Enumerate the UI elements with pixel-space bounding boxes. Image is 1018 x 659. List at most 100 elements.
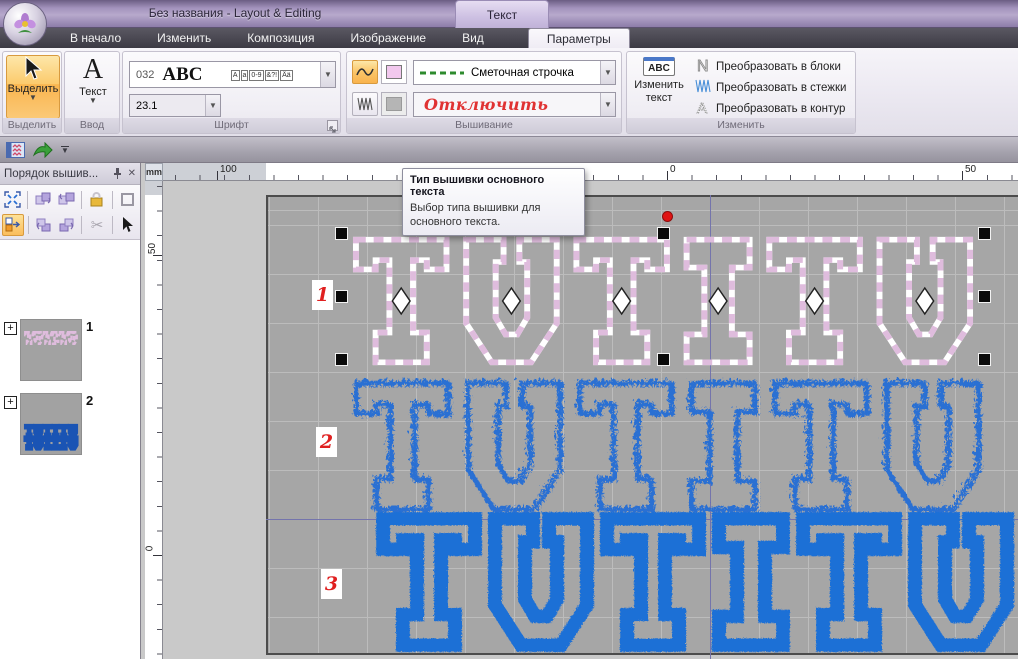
- close-icon[interactable]: ✕: [128, 168, 136, 179]
- tooltip-body: Выбор типа вышивки для основного текста.: [410, 202, 577, 230]
- region-color-swatch[interactable]: [381, 92, 407, 116]
- group-font: 032 ABC Aa0-9&?!Ää ▼ 23.1 ▼ Шрифт: [122, 51, 341, 134]
- expand-plus-icon[interactable]: +: [4, 396, 17, 409]
- chevron-down-icon: ▼: [89, 98, 97, 104]
- group-embroidery-label: Вышивание: [347, 118, 621, 133]
- group-objects-icon[interactable]: [32, 189, 53, 211]
- node-diamond-markers[interactable]: [392, 288, 933, 314]
- start-point-marker[interactable]: [662, 211, 673, 222]
- flower-icon: [12, 11, 38, 37]
- edit-text-label: Изменить текст: [631, 79, 687, 104]
- region-stitch-type-combo[interactable]: Отключить ▼: [413, 92, 616, 117]
- convert-to-outline-label: Преобразовать в контур: [716, 103, 845, 115]
- frame-icon[interactable]: [117, 189, 138, 211]
- font-select-combo[interactable]: 032 ABC Aa0-9&?!Ää ▼: [129, 61, 336, 88]
- application-menu-button[interactable]: [3, 2, 47, 46]
- letter-n-outline-icon: N: [693, 57, 713, 76]
- line-color-chip: [386, 65, 402, 79]
- fit-selection-icon[interactable]: [2, 189, 23, 211]
- font-size-combo[interactable]: 23.1 ▼: [129, 94, 221, 117]
- region-sew-toggle[interactable]: [352, 92, 378, 116]
- letter-a-outline-icon: A: [693, 99, 713, 118]
- chevron-down-icon[interactable]: ▼: [600, 61, 615, 84]
- ruler-unit-label: mm: [145, 163, 163, 181]
- toolbar-options-chevron-icon[interactable]: ▼: [61, 146, 69, 155]
- abc-icon: ABC: [643, 57, 675, 76]
- vertical-ruler: 50 0: [145, 181, 163, 659]
- stitches-icon: [693, 79, 713, 97]
- selection-handle-mid-left[interactable]: [335, 290, 348, 303]
- move-later-icon[interactable]: [56, 214, 77, 236]
- panel-header: Порядок вышив... ✕: [0, 163, 140, 185]
- application-window: Без названия - Layout & Editing Текст В …: [0, 0, 1018, 659]
- convert-to-stitches-label: Преобразовать в стежки: [716, 82, 846, 94]
- tab-view[interactable]: Вид: [444, 28, 502, 48]
- group-select: Выделить ▼ Выделить: [2, 51, 62, 134]
- ungroup-objects-icon[interactable]: [56, 189, 77, 211]
- object-number-label: 2: [316, 427, 337, 457]
- text-object-satin[interactable]: [378, 514, 1010, 648]
- ruler-label: 0: [145, 546, 155, 552]
- selection-handle-bottom-left[interactable]: [335, 353, 348, 366]
- lock-icon[interactable]: [86, 189, 107, 211]
- chevron-down-icon[interactable]: ▼: [205, 95, 220, 116]
- ruler-label: 50: [965, 164, 976, 175]
- line-sew-toggle[interactable]: [352, 60, 378, 84]
- selection-handle-top-left[interactable]: [335, 227, 348, 240]
- dialog-launcher-icon[interactable]: [327, 120, 338, 131]
- convert-to-blocks-button[interactable]: N Преобразовать в блоки: [693, 56, 846, 77]
- contextual-tab-text[interactable]: Текст: [455, 0, 549, 28]
- line-stitch-type-value: Сметочная строчка: [471, 67, 574, 79]
- ruler-label: 0: [670, 164, 676, 175]
- selection-handle-top-center[interactable]: [657, 227, 670, 240]
- group-select-label: Выделить: [3, 118, 61, 133]
- sewing-order-mode-icon[interactable]: [2, 214, 24, 236]
- letter-a-icon: A: [83, 55, 103, 85]
- order-item-2-thumbnail[interactable]: [20, 393, 82, 455]
- tab-image[interactable]: Изображение: [333, 28, 445, 48]
- title-bar: Без названия - Layout & Editing Текст: [0, 0, 1018, 28]
- convert-to-stitches-button[interactable]: Преобразовать в стежки: [693, 77, 846, 98]
- text-tool-button[interactable]: A Текст ▼: [68, 55, 118, 119]
- chevron-down-icon[interactable]: ▼: [600, 93, 615, 116]
- group-edit-label: Изменить: [627, 118, 855, 133]
- scissors-icon[interactable]: ✂: [86, 214, 107, 236]
- pin-icon[interactable]: [113, 168, 122, 179]
- selection-handle-mid-right[interactable]: [978, 290, 991, 303]
- convert-to-outline-button[interactable]: A Преобразовать в контур: [693, 98, 846, 119]
- tab-home[interactable]: В начало: [52, 28, 139, 48]
- selection-handle-bottom-center[interactable]: [657, 353, 670, 366]
- zigzag-icon: [357, 97, 373, 112]
- edit-text-button[interactable]: ABC Изменить текст: [631, 55, 687, 119]
- selection-handle-bottom-right[interactable]: [978, 353, 991, 366]
- selection-handle-top-right[interactable]: [978, 227, 991, 240]
- chevron-down-icon: ▼: [29, 95, 37, 101]
- font-size-value: 23.1: [136, 100, 157, 112]
- group-input: A Текст ▼ Ввод: [64, 51, 120, 134]
- text-object-zigzag[interactable]: [350, 377, 980, 511]
- order-item-number: 1: [86, 319, 93, 334]
- move-earlier-icon[interactable]: [33, 214, 54, 236]
- design-page-settings-icon[interactable]: [6, 142, 25, 158]
- window-title: Без названия - Layout & Editing: [0, 6, 470, 20]
- tab-parameters[interactable]: Параметры: [528, 28, 630, 48]
- toolbar-strip: ▼: [0, 137, 1018, 163]
- design-canvas[interactable]: 1 2 3: [163, 181, 1018, 659]
- tab-composition[interactable]: Композиция: [229, 28, 332, 48]
- select-cursor-icon[interactable]: [117, 214, 138, 236]
- expand-plus-icon[interactable]: +: [4, 322, 17, 335]
- select-button[interactable]: Выделить ▼: [6, 55, 60, 119]
- import-icon[interactable]: [33, 142, 53, 158]
- chevron-down-icon[interactable]: ▼: [320, 62, 335, 87]
- wave-icon: [356, 65, 374, 79]
- text-object-basting[interactable]: [352, 236, 974, 366]
- tooltip: Тип вышивки основного текста Выбор типа …: [402, 168, 585, 236]
- convert-to-blocks-label: Преобразовать в блоки: [716, 61, 841, 73]
- tab-edit[interactable]: Изменить: [139, 28, 229, 48]
- sewing-order-list: + 1 + 2: [0, 240, 140, 659]
- order-item-number: 2: [86, 393, 93, 408]
- convert-commands: N Преобразовать в блоки Преобразовать в …: [693, 56, 846, 119]
- line-color-swatch[interactable]: [381, 60, 407, 84]
- line-stitch-type-combo[interactable]: Сметочная строчка ▼: [413, 60, 616, 85]
- order-item-1-thumbnail[interactable]: [20, 319, 82, 381]
